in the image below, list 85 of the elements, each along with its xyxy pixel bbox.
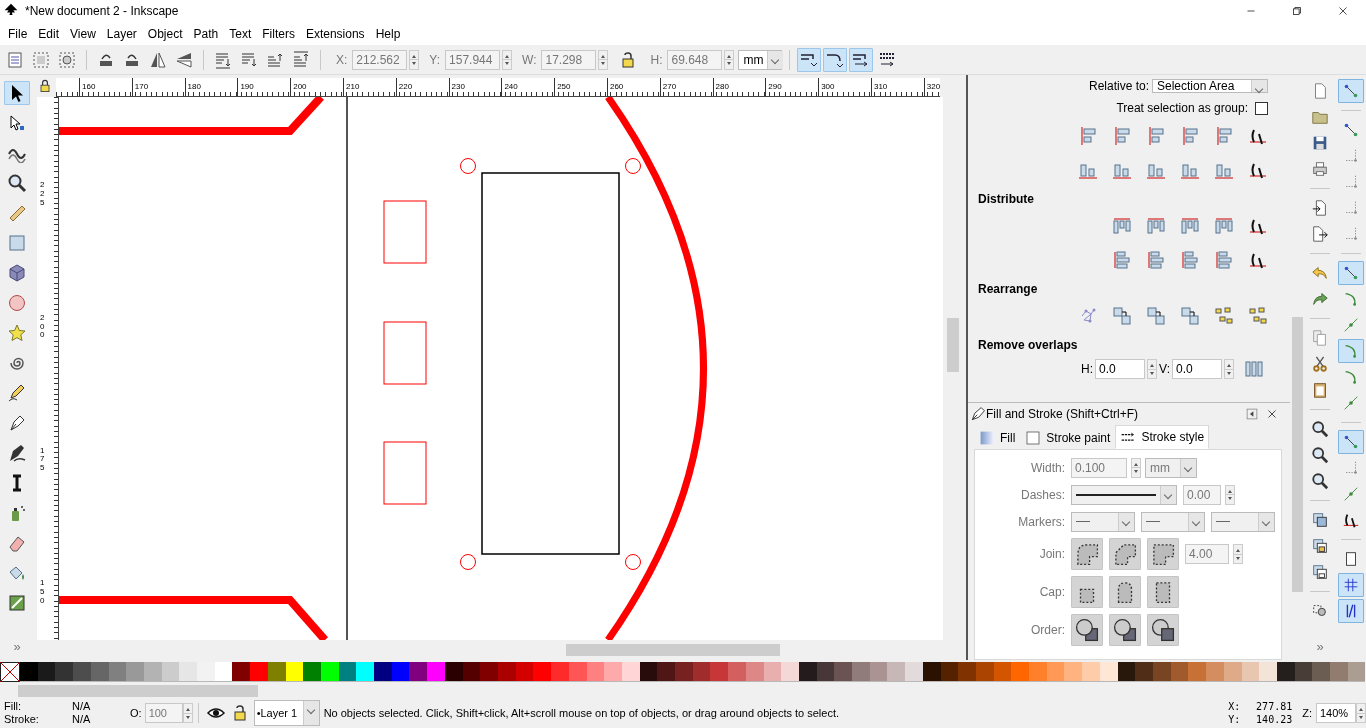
ruler-label: 190 — [240, 82, 254, 91]
menu-item[interactable]: Path — [188, 26, 225, 41]
coordinate-label: Y: — [1228, 713, 1242, 726]
menu-item[interactable]: Text — [224, 26, 258, 41]
dropdown-value: mm — [1149, 460, 1171, 475]
section-heading: Remove overlaps — [978, 337, 1079, 354]
coordinate-value: 140.23 — [1255, 713, 1293, 726]
number-field[interactable]: 0.0 — [1095, 359, 1146, 379]
dropdown-value: •Layer 1 — [255, 707, 299, 719]
ruler-label: 270 — [662, 82, 677, 91]
field-label: Order: — [1030, 623, 1066, 637]
number-field[interactable]: 0.0 — [1172, 359, 1222, 379]
unit-dropdown[interactable]: mm — [738, 49, 783, 70]
ruler-label: 160 — [82, 82, 96, 91]
field-label: Markers: — [1017, 514, 1066, 529]
field-label: Dashes: — [1019, 487, 1066, 502]
number-field[interactable]: 157.944 — [445, 49, 501, 70]
more-button[interactable]: » — [1312, 637, 1328, 656]
ruler-label: 225 — [40, 181, 46, 208]
field-label: H: — [1081, 362, 1094, 376]
status-label: Stroke: — [4, 713, 40, 726]
more-button[interactable]: » — [9, 637, 25, 656]
field-label: Y: — [429, 52, 441, 67]
coordinate-label: X: — [1228, 700, 1242, 713]
unit-dropdown[interactable]: mm — [1145, 457, 1197, 478]
field-label: W: — [522, 52, 537, 67]
ruler-label: 180 — [187, 82, 201, 91]
status-label: Fill: — [4, 700, 23, 713]
ruler-label: 200 — [40, 313, 46, 341]
ruler-label: 175 — [40, 446, 46, 473]
menu-item[interactable]: Extensions — [300, 26, 371, 41]
menu-item[interactable]: Object — [142, 26, 189, 41]
field-label: Relative to: — [1088, 79, 1149, 93]
menu-item[interactable]: Edit — [33, 26, 66, 41]
status-message: No objects selected. Click, Shift+click, Alt+scroll mouse on top of objects, or drag around objects to select. — [323, 707, 840, 719]
ruler-label: 200 — [293, 82, 307, 91]
tab[interactable]: Stroke paint — [1020, 427, 1116, 449]
field-label: V: — [1159, 362, 1170, 376]
status-value: N/A — [72, 713, 92, 726]
number-field[interactable]: 212.562 — [352, 49, 408, 70]
number-field[interactable]: 0.100 — [1071, 457, 1127, 478]
field-label: O: — [130, 707, 142, 719]
ruler-label: 150 — [40, 579, 46, 606]
field-label: Cap: — [1038, 585, 1066, 599]
relative-to-dropdown[interactable]: Selection Area — [1152, 79, 1268, 93]
number-field[interactable]: 17.298 — [541, 49, 597, 70]
field-label: X: — [336, 52, 348, 67]
ruler-label: 220 — [398, 82, 413, 91]
ruler-label: 300 — [821, 82, 835, 91]
field-label: H: — [650, 52, 663, 67]
layer-dropdown[interactable]: •Layer 1 — [253, 700, 320, 726]
menu-item[interactable]: View — [65, 26, 102, 41]
number-field[interactable]: 69.648 — [667, 49, 723, 70]
field-label: Join: — [1038, 547, 1066, 561]
zoom-field[interactable]: 140% — [1316, 703, 1356, 723]
number-field[interactable]: 4.00 — [1185, 544, 1229, 564]
ruler-label: 310 — [873, 82, 888, 91]
ruler-label: 230 — [451, 82, 465, 91]
tab[interactable]: Stroke style — [1115, 425, 1210, 449]
menu-item[interactable]: Help — [370, 26, 407, 41]
ruler-label: 260 — [609, 82, 624, 91]
coordinate-value: 277.81 — [1255, 700, 1293, 713]
checkbox-label: Treat selection as group: — [1116, 101, 1248, 115]
status-value: N/A — [72, 700, 92, 713]
window-title: *New document 2 - Inkscape — [25, 4, 179, 18]
ruler-label: 250 — [557, 82, 571, 91]
section-heading: Distribute — [978, 191, 1035, 208]
field-label: Z: — [1302, 707, 1312, 719]
menu-item[interactable]: File — [3, 26, 34, 41]
panel-title: Fill and Stroke (Shift+Ctrl+F) — [986, 407, 1139, 421]
ruler-label: 320 — [926, 82, 940, 91]
menu-item[interactable]: Layer — [101, 26, 143, 41]
tab[interactable]: Fill — [974, 427, 1021, 449]
ruler-label: 170 — [134, 82, 149, 91]
menu-item[interactable]: Filters — [257, 26, 301, 41]
ruler-label: 240 — [504, 82, 518, 91]
ruler-label: 280 — [715, 82, 729, 91]
ruler-label: 290 — [768, 82, 782, 91]
number-field[interactable]: 0.00 — [1183, 484, 1221, 505]
opacity-field[interactable]: 100 — [144, 703, 183, 723]
dropdown-value: Selection Area — [1156, 79, 1236, 93]
ruler-label: 210 — [346, 82, 360, 91]
dropdown-value: mm — [742, 52, 765, 67]
field-label: Width: — [1030, 460, 1066, 475]
section-heading: Rearrange — [978, 281, 1039, 298]
